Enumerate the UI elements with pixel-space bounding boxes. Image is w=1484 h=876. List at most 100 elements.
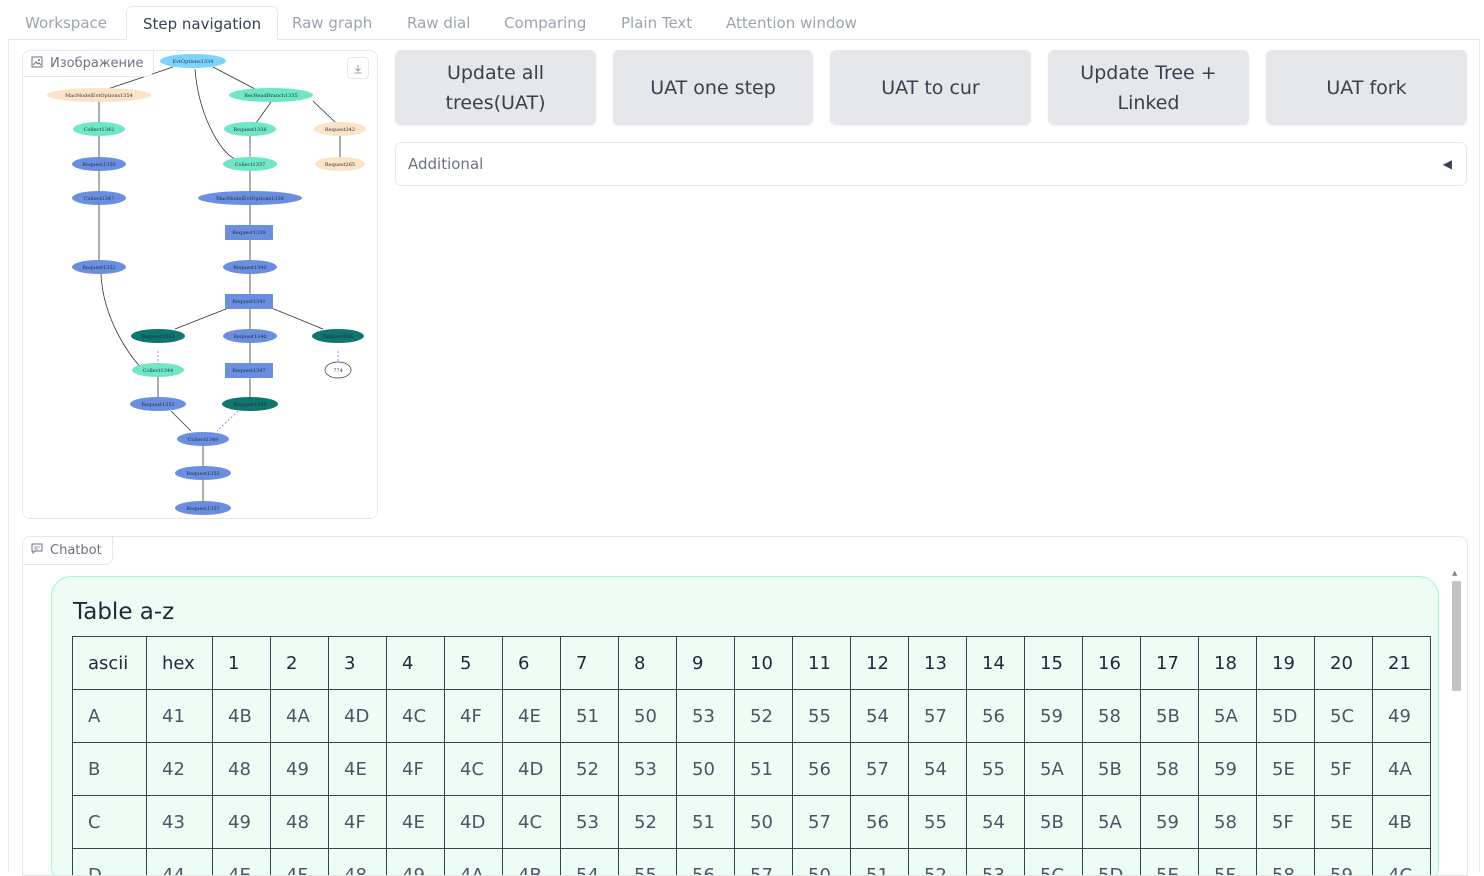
svg-text:Request265: Request265 <box>325 162 355 168</box>
table-cell: 55 <box>793 690 851 743</box>
svg-text:Request1343: Request1343 <box>141 334 174 340</box>
table-row: A414B4A4D4C4F4E515053525554575659585B5A5… <box>73 690 1431 743</box>
table-cell: 4C <box>503 796 561 849</box>
message-title: Table a-z <box>73 599 174 625</box>
table-header-cell: 19 <box>1257 637 1315 690</box>
table-cell: 48 <box>271 796 329 849</box>
update-all-trees-button[interactable]: Update alltrees(UAT) <box>395 50 596 125</box>
tab-raw-dial[interactable]: Raw dial <box>407 6 470 40</box>
table-header-cell: ascii <box>73 637 147 690</box>
table-header-cell: 15 <box>1025 637 1083 690</box>
tab-workspace[interactable]: Workspace <box>25 6 107 40</box>
table-header-cell: 17 <box>1141 637 1199 690</box>
update-tree-linked-button[interactable]: Update Tree +Linked <box>1048 50 1249 125</box>
table-cell: 4B <box>1373 796 1431 849</box>
table-cell: 51 <box>561 690 619 743</box>
table-cell: 4D <box>445 796 503 849</box>
svg-text:Request1340: Request1340 <box>233 265 266 271</box>
svg-text:Collect1337: Collect1337 <box>235 162 266 168</box>
table-cell: 54 <box>909 743 967 796</box>
download-button[interactable] <box>347 57 369 79</box>
uat-fork-label: UAT fork <box>1326 73 1406 103</box>
table-cell: 56 <box>851 796 909 849</box>
table-cell: C <box>73 796 147 849</box>
table-cell: 49 <box>271 743 329 796</box>
tab-step-navigation[interactable]: Step navigation <box>126 6 278 41</box>
svg-text:Request1348: Request1348 <box>233 402 266 408</box>
tab-raw-graph[interactable]: Raw graph <box>292 6 372 40</box>
chatbot-title: Chatbot <box>50 543 102 558</box>
table-cell: 55 <box>967 743 1025 796</box>
table-cell: 5A <box>1025 743 1083 796</box>
table-row: B4248494E4F4C4D52535051565754555A5B58595… <box>73 743 1431 796</box>
svg-text:Request1346: Request1346 <box>233 334 266 340</box>
table-cell: 54 <box>967 796 1025 849</box>
table-cell: 4A <box>271 690 329 743</box>
table-cell: 53 <box>561 796 619 849</box>
table-cell: 53 <box>677 690 735 743</box>
table-cell: 5A <box>1199 690 1257 743</box>
table-row: C4349484F4E4D4C53525150575655545B5A59585… <box>73 796 1431 849</box>
table-cell: 49 <box>1373 690 1431 743</box>
scroll-up-icon[interactable]: ▲ <box>1452 569 1457 577</box>
table-cell: 42 <box>147 743 213 796</box>
tab-plain-text[interactable]: Plain Text <box>621 6 692 40</box>
table-header-cell: 5 <box>445 637 503 690</box>
table-cell: 4C <box>445 743 503 796</box>
additional-accordion[interactable]: Additional ◀ <box>395 142 1467 186</box>
table-cell: 5A <box>1083 796 1141 849</box>
table-header-cell: 11 <box>793 637 851 690</box>
svg-text:Request1350: Request1350 <box>82 162 115 168</box>
table-cell: 5E <box>1257 743 1315 796</box>
table-header-cell: 14 <box>967 637 1025 690</box>
table-header-cell: 2 <box>271 637 329 690</box>
table-cell: A <box>73 690 147 743</box>
table-cell: B <box>73 743 147 796</box>
table-cell: 53 <box>619 743 677 796</box>
uat-to-cur-button[interactable]: UAT to cur <box>830 50 1031 125</box>
table-cell: 4F <box>329 796 387 849</box>
uat-one-step-button[interactable]: UAT one step <box>613 50 813 125</box>
table-cell: 5E <box>1315 796 1373 849</box>
chatbot-scrollbar[interactable]: ▲ <box>1451 569 1461 876</box>
svg-text:Request1352: Request1352 <box>82 265 115 271</box>
table-cell: 55 <box>909 796 967 849</box>
table-cell: 52 <box>619 796 677 849</box>
table-cell: 58 <box>1141 743 1199 796</box>
tab-comparing[interactable]: Comparing <box>504 6 586 40</box>
table-header-cell: 8 <box>619 637 677 690</box>
graph-image: EvtOptions1334 MacModelEvtOptions1354 Re… <box>23 51 378 519</box>
image-panel: Изображение <box>22 50 378 519</box>
table-cell: 5C <box>1315 690 1373 743</box>
table-cell: 43 <box>147 796 213 849</box>
table-cell: 51 <box>677 796 735 849</box>
table-header-cell: 20 <box>1315 637 1373 690</box>
graph-dashed-edges <box>158 144 338 431</box>
table-cell: 58 <box>1199 796 1257 849</box>
table-header-cell: 16 <box>1083 637 1141 690</box>
image-icon <box>31 56 43 72</box>
image-panel-label: Изображение <box>23 51 154 77</box>
uat-to-cur-label: UAT to cur <box>881 73 980 103</box>
table-cell: 57 <box>793 796 851 849</box>
graph-nodes: EvtOptions1334 MacModelEvtOptions1354 Re… <box>47 54 366 515</box>
tab-attention-window[interactable]: Attention window <box>726 6 857 40</box>
table-header-cell: 4 <box>387 637 445 690</box>
table-header-cell: 1 <box>213 637 271 690</box>
svg-text:EvtOptions1334: EvtOptions1334 <box>173 59 214 65</box>
svg-text:Collect1342: Collect1342 <box>84 127 115 133</box>
table-header-cell: 21 <box>1373 637 1431 690</box>
table-cell: 4B <box>213 690 271 743</box>
svg-text:Request1336: Request1336 <box>233 127 266 133</box>
table-cell: 4E <box>329 743 387 796</box>
table-cell: 4A <box>1373 743 1431 796</box>
table-cell: 4F <box>445 690 503 743</box>
tab-bar: Workspace Step navigation Raw graph Raw … <box>8 6 1480 40</box>
chatbot-label: Chatbot <box>23 537 113 565</box>
scrollbar-thumb[interactable] <box>1452 581 1461 691</box>
table-cell: 4E <box>503 690 561 743</box>
svg-text:774: 774 <box>333 368 343 374</box>
table-cell: 57 <box>909 690 967 743</box>
uat-fork-button[interactable]: UAT fork <box>1266 50 1467 125</box>
svg-text:MacModelEvtOptions1338: MacModelEvtOptions1338 <box>216 196 284 202</box>
